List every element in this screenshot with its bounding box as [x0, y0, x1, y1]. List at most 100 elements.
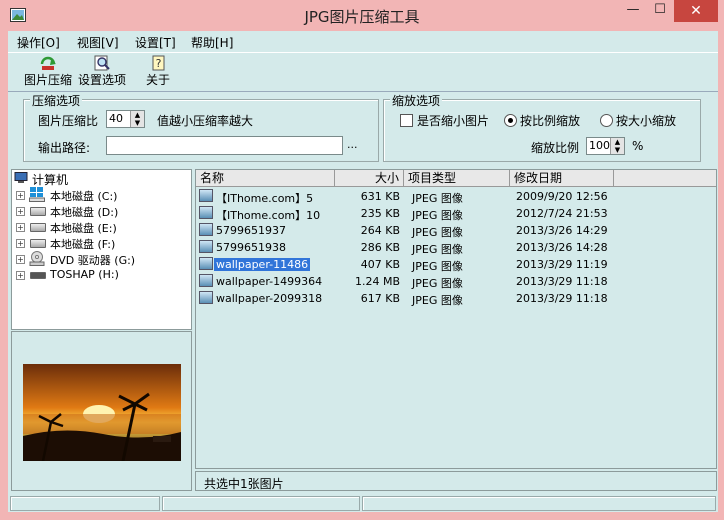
- compress-options-group: 压缩选项 图片压缩比 40 ▲ ▼ 值越小压缩率越大 输出路径: ...: [23, 92, 379, 162]
- file-type: JPEG 图像: [412, 192, 463, 205]
- file-date: 2009/9/20 12:56: [516, 190, 608, 203]
- folder-tree[interactable]: 计算机 + 本地磁盘 (C:) + 本地磁盘 (D:) + 本地磁盘 (E:) …: [11, 169, 192, 330]
- drive-label: DVD 驱动器 (G:): [50, 254, 136, 267]
- jpeg-file-icon: [199, 189, 213, 202]
- status-pane: [362, 496, 716, 511]
- about-label: 关于: [145, 73, 170, 87]
- jpeg-file-icon: [199, 223, 213, 236]
- file-type: JPEG 图像: [412, 294, 463, 307]
- compress-icon: [40, 56, 56, 70]
- menu-bar: 操作[O] 视图[V] 设置[T] 帮助[H]: [8, 31, 718, 51]
- image-preview: [11, 331, 192, 491]
- column-name[interactable]: 名称: [196, 170, 335, 186]
- file-name: wallpaper-2099318: [216, 292, 323, 305]
- help-icon: ?: [152, 55, 165, 71]
- drive-label: 本地磁盘 (D:): [50, 206, 119, 219]
- status-bar: [8, 495, 718, 512]
- settings-button[interactable]: 设置选项: [72, 55, 132, 89]
- scale-ratio-label: 缩放比例: [531, 141, 580, 155]
- file-type: JPEG 图像: [412, 226, 463, 239]
- expand-icon[interactable]: +: [16, 255, 25, 264]
- window-title: JPG图片压缩工具: [304, 8, 420, 26]
- title-bar[interactable]: JPG图片压缩工具 — ☐ ✕: [0, 0, 724, 31]
- dvd-drive-icon: [29, 251, 45, 266]
- by-ratio-radio[interactable]: [504, 114, 517, 127]
- computer-icon: [14, 172, 28, 183]
- expand-icon[interactable]: +: [16, 271, 25, 280]
- jpeg-file-icon: [199, 274, 213, 287]
- file-name: wallpaper-11486: [214, 258, 311, 271]
- compress-ratio-spinner[interactable]: 40 ▲ ▼: [106, 110, 145, 128]
- column-type[interactable]: 项目类型: [404, 170, 510, 186]
- drive-label: 本地磁盘 (E:): [50, 222, 117, 235]
- maximize-button[interactable]: ☐: [646, 0, 674, 22]
- svg-text:?: ?: [156, 57, 162, 70]
- jpeg-file-icon: [199, 257, 213, 270]
- table-row[interactable]: wallpaper-1499364 1.24 MB JPEG 图像 2013/3…: [196, 273, 716, 290]
- column-date[interactable]: 修改日期: [510, 170, 614, 186]
- file-date: 2013/3/29 11:18: [516, 275, 608, 288]
- expand-icon[interactable]: +: [16, 223, 25, 232]
- menu-view[interactable]: 视图[V]: [77, 34, 119, 51]
- table-row-selected[interactable]: wallpaper-11486 407 KB JPEG 图像 2013/3/29…: [196, 256, 716, 273]
- close-button[interactable]: ✕: [674, 0, 718, 22]
- about-button[interactable]: ? 关于: [128, 55, 188, 89]
- file-size: 617 KB: [360, 292, 400, 305]
- file-size: 286 KB: [360, 241, 400, 254]
- file-date: 2013/3/26 14:28: [516, 241, 608, 254]
- app-window: JPG图片压缩工具 — ☐ ✕ 操作[O] 视图[V] 设置[T] 帮助[H] …: [0, 0, 724, 520]
- client-area: 操作[O] 视图[V] 设置[T] 帮助[H] 图片压缩 设置选项 ? 关于 压…: [8, 31, 718, 512]
- file-date: 2013/3/29 11:18: [516, 292, 608, 305]
- menu-settings[interactable]: 设置[T]: [135, 34, 176, 51]
- windows-drive-icon: [29, 187, 45, 202]
- shrink-checkbox[interactable]: [400, 114, 413, 127]
- list-header: 名称 大小 项目类型 修改日期: [196, 170, 716, 187]
- by-size-radio[interactable]: [600, 114, 613, 127]
- file-name: 5799651937: [216, 224, 286, 237]
- expand-icon[interactable]: +: [16, 207, 25, 216]
- file-name: 5799651938: [216, 241, 286, 254]
- hard-drive-icon: [30, 239, 46, 248]
- column-size[interactable]: 大小: [335, 170, 404, 186]
- by-ratio-label: 按比例缩放: [520, 114, 581, 128]
- menu-help[interactable]: 帮助[H]: [191, 34, 233, 51]
- menu-operate[interactable]: 操作[O]: [17, 34, 60, 51]
- file-list[interactable]: 名称 大小 项目类型 修改日期 【IThome.com】5 631 KB JPE…: [195, 169, 717, 469]
- file-size: 1.24 MB: [354, 275, 400, 288]
- file-type: JPEG 图像: [412, 209, 463, 222]
- compress-hint: 值越小压缩率越大: [157, 114, 254, 128]
- table-row[interactable]: 【IThome.com】10 235 KB JPEG 图像 2012/7/24 …: [196, 205, 716, 222]
- file-size: 631 KB: [360, 190, 400, 203]
- file-name: 【IThome.com】10: [216, 209, 321, 222]
- file-date: 2013/3/26 14:29: [516, 224, 608, 237]
- table-row[interactable]: 【IThome.com】5 631 KB JPEG 图像 2009/9/20 1…: [196, 188, 716, 205]
- spinner-arrows-icon[interactable]: ▲ ▼: [610, 138, 624, 154]
- hard-drive-icon: [30, 223, 46, 232]
- scale-options-title: 缩放选项: [390, 92, 443, 109]
- compress-button[interactable]: 图片压缩: [18, 55, 78, 89]
- shrink-label: 是否缩小图片: [417, 114, 490, 128]
- table-row[interactable]: 5799651937 264 KB JPEG 图像 2013/3/26 14:2…: [196, 222, 716, 239]
- expand-icon[interactable]: +: [16, 191, 25, 200]
- selection-status-text: 共选中1张图片: [204, 477, 284, 491]
- compress-options-title: 压缩选项: [30, 92, 83, 109]
- file-date: 2013/3/29 11:19: [516, 258, 608, 271]
- file-type: JPEG 图像: [412, 277, 463, 290]
- table-row[interactable]: 5799651938 286 KB JPEG 图像 2013/3/26 14:2…: [196, 239, 716, 256]
- table-row[interactable]: wallpaper-2099318 617 KB JPEG 图像 2013/3/…: [196, 290, 716, 307]
- compress-label: 图片压缩: [23, 73, 72, 87]
- scale-ratio-value: 100: [589, 139, 610, 152]
- file-size: 264 KB: [360, 224, 400, 237]
- compress-ratio-label: 图片压缩比: [38, 114, 99, 128]
- browse-button[interactable]: ...: [347, 138, 358, 151]
- spinner-arrows-icon[interactable]: ▲ ▼: [130, 111, 144, 127]
- output-path-input[interactable]: [106, 136, 343, 155]
- status-pane: [162, 496, 360, 511]
- drive-label: TOSHAP (H:): [50, 268, 119, 281]
- toolbar: 图片压缩 设置选项 ? 关于: [8, 52, 718, 92]
- output-path-label: 输出路径:: [38, 141, 91, 155]
- file-type: JPEG 图像: [412, 243, 463, 256]
- minimize-button[interactable]: —: [620, 0, 646, 22]
- scale-ratio-spinner[interactable]: 100 ▲ ▼: [586, 137, 625, 155]
- expand-icon[interactable]: +: [16, 239, 25, 248]
